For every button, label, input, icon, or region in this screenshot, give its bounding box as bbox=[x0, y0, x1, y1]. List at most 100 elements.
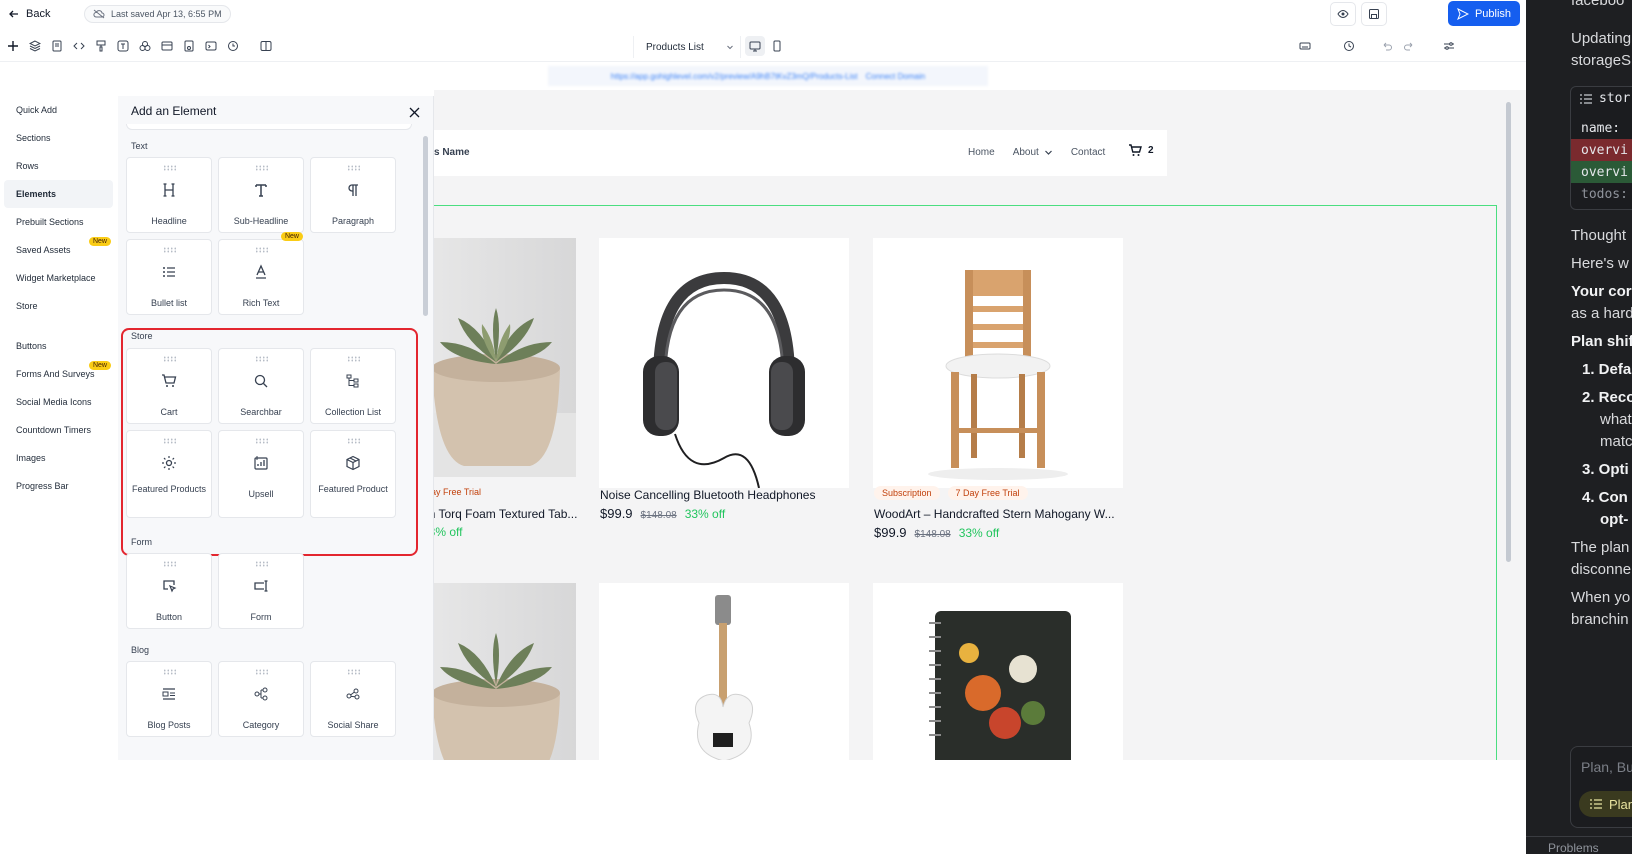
category-countdown-timers[interactable]: Countdown Timers bbox=[4, 416, 113, 444]
section-heading-blog: Blog bbox=[131, 645, 150, 655]
clock-history-icon[interactable] bbox=[1340, 37, 1358, 55]
keyboard-icon[interactable] bbox=[1296, 37, 1314, 55]
site-cart[interactable]: 2 bbox=[1128, 144, 1154, 157]
page-select[interactable]: Products List bbox=[633, 36, 741, 58]
media-icon[interactable] bbox=[180, 37, 198, 55]
settings-sliders-icon[interactable] bbox=[1440, 37, 1458, 55]
chat-input[interactable]: Plan, Build Plan bbox=[1570, 746, 1632, 828]
nav-home[interactable]: Home bbox=[968, 147, 995, 158]
drag-handle-icon bbox=[255, 669, 269, 675]
product-name[interactable]: ium Torq Foam Textured Tab... bbox=[434, 507, 577, 521]
chat-line: Here's w bbox=[1571, 255, 1629, 272]
site-header[interactable]: s Name Home About Contact 2 bbox=[434, 130, 1167, 176]
element-label: Button bbox=[155, 612, 183, 622]
category-progress-bar[interactable]: Progress Bar bbox=[4, 472, 113, 500]
page-canvas[interactable]: s Name Home About Contact 2 y Free Trial… bbox=[434, 90, 1526, 760]
chat-line: 3. Opti bbox=[1582, 461, 1629, 478]
chat-input-placeholder: Plan, Build bbox=[1581, 759, 1632, 775]
element-label: Featured Product bbox=[318, 484, 388, 494]
close-icon bbox=[409, 107, 419, 117]
element-collection-list[interactable]: Collection List bbox=[310, 348, 396, 424]
category-label: Forms And Surveys bbox=[16, 369, 95, 379]
history-icon[interactable] bbox=[224, 37, 242, 55]
panel-toggle-icon[interactable] bbox=[257, 37, 275, 55]
product-name[interactable]: Noise Cancelling Bluetooth Headphones bbox=[600, 488, 815, 502]
element-cart[interactable]: Cart bbox=[126, 348, 212, 424]
paint-icon[interactable] bbox=[92, 37, 110, 55]
category-widget-marketplace[interactable]: Widget Marketplace bbox=[4, 264, 113, 292]
code-line: name: bbox=[1581, 121, 1621, 136]
product-name[interactable]: WoodArt – Handcrafted Stern Mahogany W..… bbox=[874, 507, 1115, 521]
panel-scrollbar[interactable] bbox=[423, 136, 428, 316]
problems-tab[interactable]: Problems bbox=[1548, 841, 1599, 854]
connect-domain-link[interactable]: Connect Domain bbox=[866, 72, 926, 81]
add-icon[interactable] bbox=[4, 37, 22, 55]
element-label: Collection List bbox=[324, 407, 382, 417]
terminal-icon[interactable] bbox=[202, 37, 220, 55]
product-image-notebook[interactable] bbox=[873, 583, 1123, 760]
category-sections[interactable]: Sections bbox=[4, 124, 113, 152]
page-select-value: Products List bbox=[646, 41, 704, 53]
product-image-chair[interactable] bbox=[873, 238, 1123, 488]
back-button[interactable]: Back bbox=[8, 4, 50, 24]
element-blog-posts[interactable]: Blog Posts bbox=[126, 661, 212, 737]
drag-handle-icon bbox=[163, 247, 177, 253]
element-form[interactable]: Form bbox=[218, 553, 304, 629]
search-field-edge[interactable] bbox=[126, 124, 412, 130]
save-button[interactable] bbox=[1361, 2, 1387, 26]
category-store[interactable]: Store bbox=[4, 292, 113, 320]
category-saved-assets[interactable]: Saved Assets New bbox=[4, 236, 113, 264]
element-searchbar[interactable]: Searchbar bbox=[218, 348, 304, 424]
element-paragraph[interactable]: Paragraph bbox=[310, 157, 396, 233]
succulent-image bbox=[434, 308, 576, 477]
page-icon[interactable] bbox=[48, 37, 66, 55]
layout-icon[interactable] bbox=[158, 37, 176, 55]
element-headline[interactable]: Headline bbox=[126, 157, 212, 233]
plan-mode-chip[interactable]: Plan bbox=[1579, 791, 1632, 817]
cart-count: 2 bbox=[1148, 145, 1154, 156]
element-category[interactable]: Category bbox=[218, 661, 304, 737]
desktop-view-button[interactable] bbox=[745, 36, 765, 56]
nav-about[interactable]: About bbox=[1013, 147, 1053, 158]
price-discount: 33% off bbox=[684, 507, 726, 521]
search-icon bbox=[219, 371, 303, 391]
code-line: overvi bbox=[1581, 143, 1628, 158]
element-bullet-list[interactable]: Bullet list bbox=[126, 239, 212, 315]
canvas-scrollbar[interactable] bbox=[1506, 102, 1511, 562]
text-style-icon[interactable] bbox=[114, 37, 132, 55]
mobile-view-button[interactable] bbox=[767, 36, 787, 56]
close-panel-button[interactable] bbox=[406, 104, 422, 120]
product-image-guitar[interactable] bbox=[599, 583, 849, 760]
nav-contact[interactable]: Contact bbox=[1071, 147, 1105, 158]
category-images[interactable]: Images bbox=[4, 444, 113, 472]
chat-line: Your cor bbox=[1571, 283, 1632, 300]
tag-free-trial: 7 Day Free Trial bbox=[947, 486, 1028, 500]
category-label: Buttons bbox=[16, 341, 47, 351]
layers-icon[interactable] bbox=[26, 37, 44, 55]
shapes-icon[interactable] bbox=[136, 37, 154, 55]
product-image-headphones[interactable] bbox=[599, 238, 849, 488]
publish-button[interactable]: Publish bbox=[1448, 1, 1520, 26]
product-image-plant[interactable] bbox=[434, 238, 576, 477]
category-forms-and-surveys[interactable]: Forms And Surveys New bbox=[4, 360, 113, 388]
element-sub-headline[interactable]: Sub-Headline bbox=[218, 157, 304, 233]
preview-url[interactable]: https://app.gohighlevel.com/v2/preview/A… bbox=[611, 72, 858, 81]
element-upsell[interactable]: Upsell bbox=[218, 430, 304, 518]
category-quick-add[interactable]: Quick Add bbox=[4, 96, 113, 124]
element-button[interactable]: Button bbox=[126, 553, 212, 629]
element-social-share[interactable]: Social Share bbox=[310, 661, 396, 737]
product-image-plant-2[interactable] bbox=[434, 583, 576, 760]
category-buttons[interactable]: Buttons bbox=[4, 332, 113, 360]
redo-icon[interactable] bbox=[1400, 37, 1418, 55]
preview-url-banner: https://app.gohighlevel.com/v2/preview/A… bbox=[548, 66, 988, 86]
element-rich-text[interactable]: New Rich Text bbox=[218, 232, 304, 315]
element-featured-products[interactable]: Featured Products bbox=[126, 430, 212, 518]
category-prebuilt-sections[interactable]: Prebuilt Sections bbox=[4, 208, 113, 236]
undo-icon[interactable] bbox=[1378, 37, 1396, 55]
category-social-media-icons[interactable]: Social Media Icons bbox=[4, 388, 113, 416]
element-featured-product[interactable]: Featured Product bbox=[310, 430, 396, 518]
code-icon[interactable] bbox=[70, 37, 88, 55]
category-rows[interactable]: Rows bbox=[4, 152, 113, 180]
preview-button[interactable] bbox=[1330, 2, 1356, 26]
category-elements[interactable]: Elements bbox=[4, 180, 113, 208]
